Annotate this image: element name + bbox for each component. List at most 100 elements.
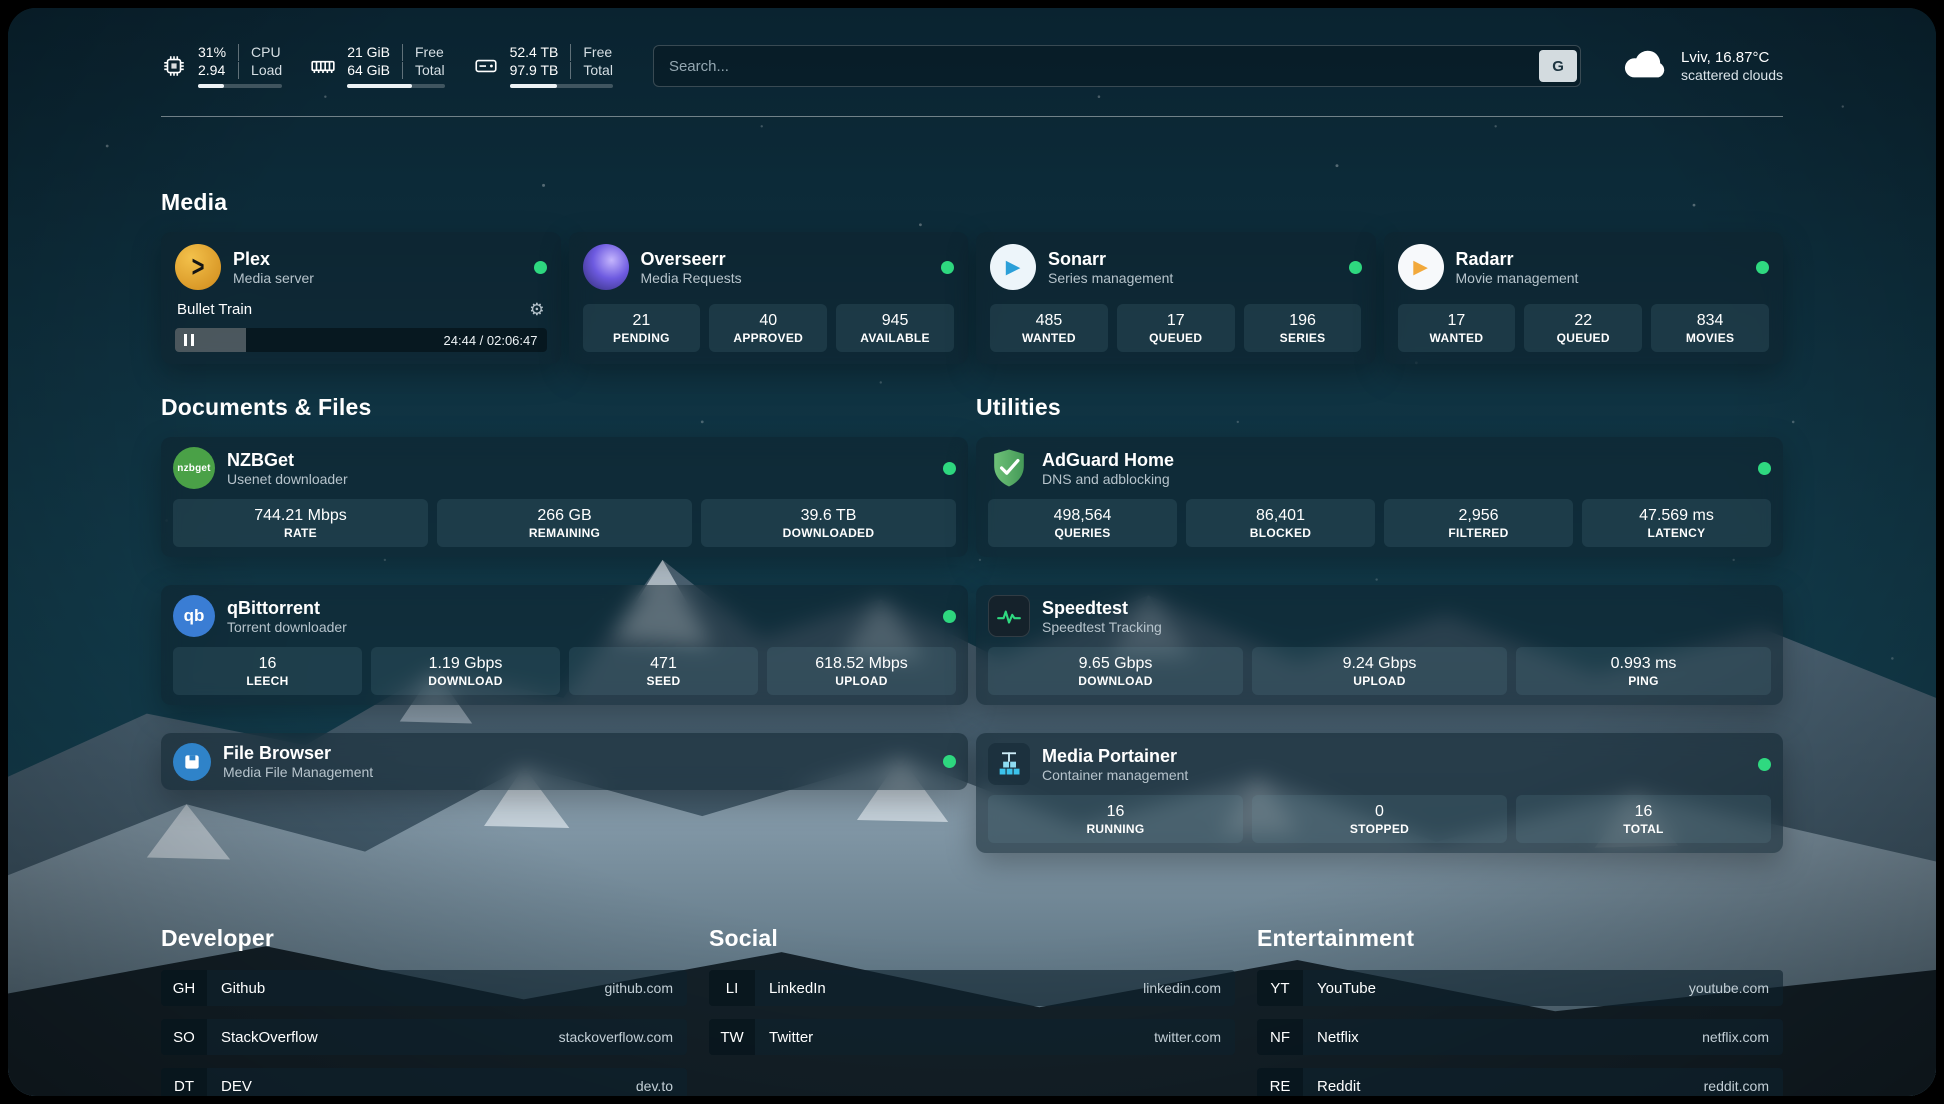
links-entertainment: Entertainment YT YouTube youtube.com NF …	[1257, 925, 1783, 1096]
app-card-portainer[interactable]: Media Portainer Container management 16R…	[976, 733, 1783, 853]
cpu-widget: 31% CPU 2.94 Load	[161, 44, 282, 88]
app-subtitle: Torrent downloader	[227, 619, 347, 636]
status-dot	[534, 261, 547, 274]
pause-icon[interactable]	[184, 334, 194, 346]
memory-progress-bar	[347, 84, 444, 88]
stat-filtered: 2,956FILTERED	[1384, 499, 1573, 547]
bookmark-name: DEV	[207, 1078, 252, 1095]
search-input[interactable]	[657, 58, 1539, 75]
stat-download: 1.19 GbpsDOWNLOAD	[371, 647, 560, 695]
app-subtitle: Media File Management	[223, 764, 373, 781]
section-title-utilities: Utilities	[976, 394, 1783, 421]
status-dot	[943, 755, 956, 768]
links-social: Social LI LinkedIn linkedin.com TW Twitt…	[709, 925, 1235, 1096]
bookmark-url: reddit.com	[1704, 1078, 1783, 1094]
app-title: Plex	[233, 248, 314, 270]
search-engine-button[interactable]: G	[1539, 50, 1577, 82]
status-dot	[1758, 462, 1771, 475]
status-dot	[943, 462, 956, 475]
disk-widget: 52.4 TB Free 97.9 TB Total	[473, 44, 613, 88]
plex-icon: >	[175, 244, 221, 290]
app-title: qBittorrent	[227, 597, 347, 619]
bookmark-twitter[interactable]: TW Twitter twitter.com	[709, 1019, 1235, 1055]
cpu-progress-bar	[198, 84, 282, 88]
adguard-icon	[988, 447, 1030, 489]
cpu-value: 31%	[198, 44, 238, 61]
app-title: Media Portainer	[1042, 745, 1188, 767]
app-card-radarr[interactable]: ▶ Radarr Movie management 17WANTED 22QUE…	[1384, 232, 1784, 364]
section-title-documents: Documents & Files	[161, 394, 968, 421]
twitter-icon: TW	[709, 1019, 755, 1055]
disk-free-label: Free	[570, 44, 613, 61]
stat-stopped: 0STOPPED	[1252, 795, 1507, 843]
links-developer: Developer GH Github github.com SO StackO…	[161, 925, 687, 1096]
github-icon: GH	[161, 970, 207, 1006]
search-bar: G	[653, 45, 1581, 87]
status-dot	[941, 261, 954, 274]
app-card-qbittorrent[interactable]: qb qBittorrent Torrent downloader 16LEEC…	[161, 585, 968, 705]
nzbget-icon: nzbget	[173, 447, 215, 489]
stat-blocked: 86,401BLOCKED	[1186, 499, 1375, 547]
stat-approved: 40APPROVED	[709, 304, 827, 352]
stat-available: 945AVAILABLE	[836, 304, 954, 352]
stat-downloaded: 39.6 TBDOWNLOADED	[701, 499, 956, 547]
stat-latency: 47.569 msLATENCY	[1582, 499, 1771, 547]
stat-seed: 471SEED	[569, 647, 758, 695]
stat-download: 9.65 GbpsDOWNLOAD	[988, 647, 1243, 695]
bookmark-stackoverflow[interactable]: SO StackOverflow stackoverflow.com	[161, 1019, 687, 1055]
app-card-plex[interactable]: > Plex Media server Bullet Train ⚙ 24:44…	[161, 232, 561, 364]
stat-queued: 22QUEUED	[1524, 304, 1642, 352]
section-title-media: Media	[161, 189, 1783, 216]
stat-upload: 9.24 GbpsUPLOAD	[1252, 647, 1507, 695]
bookmark-youtube[interactable]: YT YouTube youtube.com	[1257, 970, 1783, 1006]
app-card-sonarr[interactable]: ▶ Sonarr Series management 485WANTED 17Q…	[976, 232, 1376, 364]
bookmark-netflix[interactable]: NF Netflix netflix.com	[1257, 1019, 1783, 1055]
app-card-speedtest[interactable]: Speedtest Speedtest Tracking 9.65 GbpsDO…	[976, 585, 1783, 705]
netflix-icon: NF	[1257, 1019, 1303, 1055]
disk-total-value: 97.9 TB	[510, 62, 571, 79]
status-dot	[943, 610, 956, 623]
qbittorrent-icon: qb	[173, 595, 215, 637]
status-dot	[1756, 261, 1769, 274]
status-dot	[1758, 758, 1771, 771]
bookmark-reddit[interactable]: RE Reddit reddit.com	[1257, 1068, 1783, 1096]
stat-leech: 16LEECH	[173, 647, 362, 695]
app-subtitle: Movie management	[1456, 270, 1579, 287]
app-subtitle: DNS and adblocking	[1042, 471, 1174, 488]
stackoverflow-icon: SO	[161, 1019, 207, 1055]
bookmark-linkedin[interactable]: LI LinkedIn linkedin.com	[709, 970, 1235, 1006]
section-title-social: Social	[709, 925, 1235, 952]
app-card-adguard[interactable]: AdGuard Home DNS and adblocking 498,564Q…	[976, 437, 1783, 557]
utilities-column: Utilities	[976, 394, 1783, 853]
gear-icon[interactable]: ⚙	[529, 301, 544, 318]
app-subtitle: Speedtest Tracking	[1042, 619, 1162, 636]
bookmark-dev[interactable]: DT DEV dev.to	[161, 1068, 687, 1096]
youtube-icon: YT	[1257, 970, 1303, 1006]
now-playing-title: Bullet Train	[177, 301, 252, 318]
section-title-developer: Developer	[161, 925, 687, 952]
bookmark-name: LinkedIn	[755, 980, 826, 997]
header-divider	[161, 116, 1783, 117]
disk-total-label: Total	[570, 62, 613, 79]
plex-progress-bar[interactable]: 24:44 / 02:06:47	[175, 328, 547, 352]
stat-remaining: 266 GBREMAINING	[437, 499, 692, 547]
app-card-nzbget[interactable]: nzbget NZBGet Usenet downloader 744.21 M…	[161, 437, 968, 557]
media-grid: > Plex Media server Bullet Train ⚙ 24:44…	[161, 232, 1783, 364]
bookmark-url: stackoverflow.com	[559, 1029, 687, 1045]
playback-time: 24:44 / 02:06:47	[444, 333, 547, 348]
app-card-filebrowser[interactable]: File Browser Media File Management	[161, 733, 968, 790]
disk-icon	[473, 53, 499, 79]
app-title: Sonarr	[1048, 248, 1173, 270]
radarr-icon: ▶	[1398, 244, 1444, 290]
app-title: File Browser	[223, 742, 373, 764]
bookmark-github[interactable]: GH Github github.com	[161, 970, 687, 1006]
app-title: Overseerr	[641, 248, 742, 270]
reddit-icon: RE	[1257, 1068, 1303, 1096]
memory-icon	[310, 53, 336, 79]
memory-free-value: 21 GiB	[347, 44, 402, 61]
stat-movies: 834MOVIES	[1651, 304, 1769, 352]
stat-total: 16TOTAL	[1516, 795, 1771, 843]
app-card-overseerr[interactable]: Overseerr Media Requests 21PENDING 40APP…	[569, 232, 969, 364]
app-subtitle: Series management	[1048, 270, 1173, 287]
linkedin-icon: LI	[709, 970, 755, 1006]
